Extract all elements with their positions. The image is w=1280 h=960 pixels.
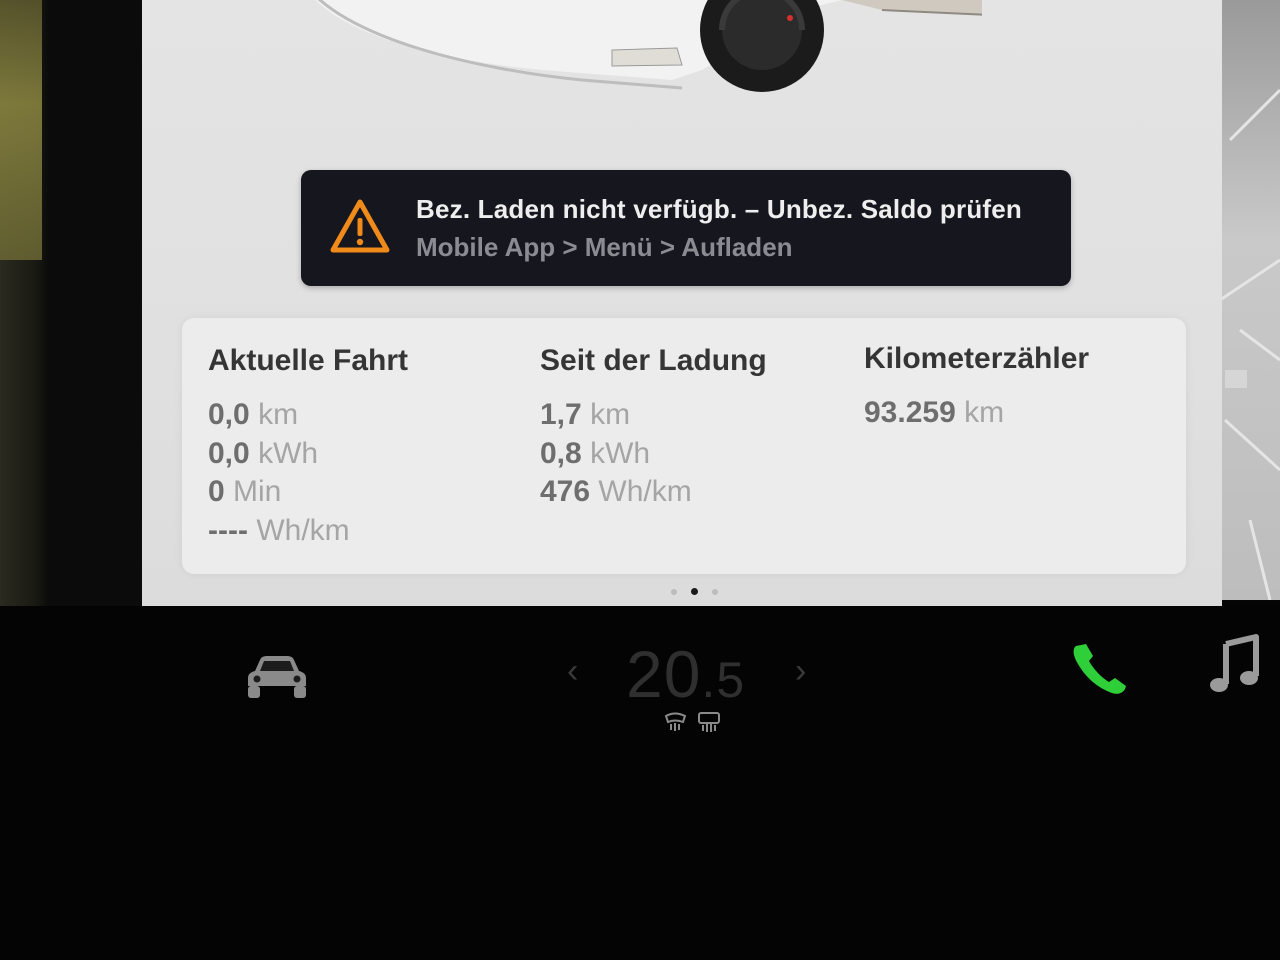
main-screen: Bez. Laden nicht verfügb. – Unbez. Saldo… (142, 0, 1222, 606)
page-dot[interactable] (671, 589, 677, 595)
unit: kWh (258, 436, 319, 470)
unit: km (964, 396, 1005, 429)
value: 0 (208, 475, 225, 508)
temperature-display[interactable]: 20.5 (626, 636, 745, 712)
since-charge-energy: 0,8 kWh (540, 435, 767, 474)
temp-decrease-button[interactable]: ‹ (567, 652, 578, 691)
value: 0,8 (540, 436, 582, 470)
car-icon[interactable] (242, 652, 312, 702)
current-trip-heading: Aktuelle Fahrt (208, 344, 409, 377)
left-bezel (0, 0, 160, 610)
interior-trim (0, 0, 42, 260)
page-dot-active[interactable] (691, 588, 698, 595)
unit: Min (233, 475, 282, 508)
current-trip-energy: 0,0 kWh (208, 435, 408, 474)
map-roads (1220, 88, 1280, 600)
unit: kWh (590, 436, 651, 470)
since-charge-column: Seit der Ladung 1,7 km 0,8 kWh 476 Wh/km (540, 344, 767, 512)
page-indicator[interactable] (664, 582, 725, 600)
temp-increase-button[interactable]: › (795, 652, 806, 691)
temperature-decimal: .5 (701, 652, 746, 708)
charging-alert-banner[interactable]: Bez. Laden nicht verfügb. – Unbez. Saldo… (301, 170, 1071, 286)
value: 0,0 (208, 436, 250, 470)
unit: km (590, 398, 631, 431)
defrost-icons[interactable] (663, 710, 725, 734)
current-trip-consumption: ---- Wh/km (208, 512, 408, 551)
trip-info-card[interactable]: Aktuelle Fahrt 0,0 km 0,0 kWh 0 Min ----… (182, 318, 1186, 574)
music-note-icon[interactable] (1208, 634, 1262, 696)
value: 1,7 (540, 398, 582, 431)
warning-triangle-icon (330, 199, 390, 253)
temperature-whole: 20 (626, 637, 702, 711)
map-strip[interactable] (1220, 0, 1280, 600)
current-trip-column: Aktuelle Fahrt 0,0 km 0,0 kWh 0 Min ----… (208, 344, 408, 550)
car-render (315, 0, 982, 92)
current-trip-duration: 0 Min (208, 473, 408, 512)
alert-subtitle: Mobile App > Menü > Aufladen (416, 232, 793, 262)
value: 476 (540, 475, 591, 508)
alert-title: Bez. Laden nicht verfügb. – Unbez. Saldo… (416, 194, 1023, 224)
odometer-heading: Kilometerzähler (864, 342, 1090, 375)
rear-defrost-icon[interactable] (664, 712, 687, 732)
page-dot[interactable] (712, 589, 718, 595)
unit: km (258, 398, 299, 431)
value: 93.259 (864, 396, 956, 429)
value: ---- (208, 513, 248, 547)
current-trip-distance: 0,0 km (208, 396, 408, 435)
odometer-column: Kilometerzähler 93.259 km (864, 342, 1089, 433)
value: 0,0 (208, 398, 250, 431)
since-charge-consumption: 476 Wh/km (540, 473, 767, 512)
unit: Wh/km (598, 475, 692, 508)
phone-icon[interactable] (1068, 640, 1130, 698)
front-defrost-icon[interactable] (698, 712, 720, 732)
unit: Wh/km (256, 513, 350, 547)
since-charge-heading: Seit der Ladung (540, 344, 767, 377)
since-charge-distance: 1,7 km (540, 396, 767, 435)
odometer-value: 93.259 km (864, 394, 1089, 433)
